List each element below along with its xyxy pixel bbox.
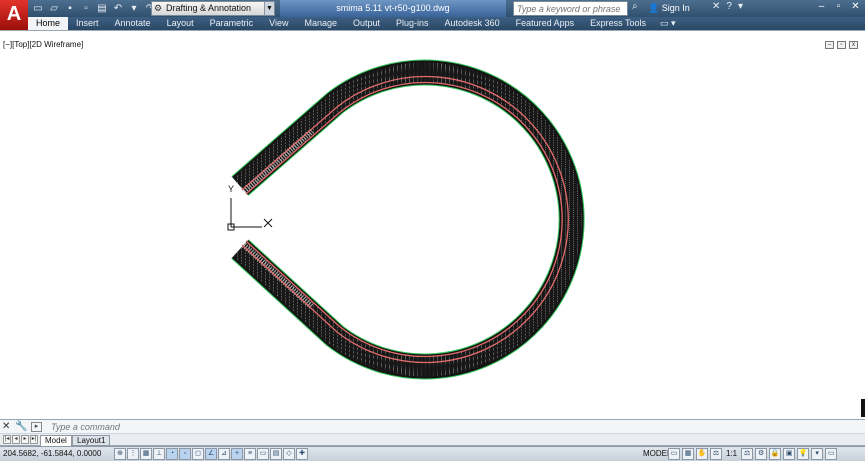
isolate-objects-icon[interactable]: 💡 bbox=[797, 448, 810, 460]
exchange-icon[interactable]: ✕ bbox=[712, 1, 720, 12]
chevron-down-icon[interactable]: ▼ bbox=[264, 2, 274, 15]
next-tab-icon[interactable]: ▸ bbox=[21, 435, 29, 444]
tab-plug-ins[interactable]: Plug-ins bbox=[388, 17, 437, 30]
tab-output[interactable]: Output bbox=[345, 17, 388, 30]
tab-insert[interactable]: Insert bbox=[68, 17, 107, 30]
lock-icon[interactable]: 🔒 bbox=[769, 448, 782, 460]
sign-in-button[interactable]: 👤 Sign In bbox=[648, 0, 690, 17]
window-controls: – ▫ ✕ bbox=[814, 0, 863, 14]
polar-tracking-icon[interactable]: ◔ bbox=[166, 448, 178, 460]
selection-cycling-icon[interactable]: ◇ bbox=[283, 448, 295, 460]
annotation-scale-icon[interactable]: ⚖ bbox=[710, 448, 722, 460]
quick-view-layouts-icon[interactable]: ▭ bbox=[668, 448, 680, 460]
grid-display-icon[interactable]: ▦ bbox=[140, 448, 152, 460]
scroll-handle[interactable] bbox=[861, 399, 865, 417]
object-snap-icon[interactable]: ▫ bbox=[179, 448, 191, 460]
first-tab-icon[interactable]: |◂ bbox=[3, 435, 11, 444]
application-menu-button[interactable]: A bbox=[0, 0, 28, 30]
open-folder-icon[interactable]: ▱ bbox=[47, 1, 61, 15]
save-icon[interactable]: ▪ bbox=[63, 1, 77, 15]
annotation-visibility-icon[interactable]: ⚖ bbox=[741, 448, 754, 460]
lineweight-icon[interactable]: ≡ bbox=[244, 448, 256, 460]
tab-parametric[interactable]: Parametric bbox=[202, 17, 262, 30]
undo-dropdown-icon[interactable]: ▾ bbox=[127, 1, 141, 15]
title-icons: ⌕ bbox=[632, 1, 638, 12]
tab-manage[interactable]: Manage bbox=[296, 17, 345, 30]
title-right-icons: ✕ ? ▾ bbox=[712, 1, 743, 12]
transparency-icon[interactable]: ▭ bbox=[257, 448, 269, 460]
new-file-icon[interactable]: ▭ bbox=[31, 1, 45, 15]
tab-annotate[interactable]: Annotate bbox=[107, 17, 159, 30]
coordinate-readout: 204.5682, -61.5844, 0.0000 bbox=[3, 449, 102, 458]
search-icon[interactable]: ⌕ bbox=[632, 1, 638, 12]
user-icon: 👤 bbox=[648, 3, 660, 13]
restore-icon[interactable]: ▫ bbox=[831, 0, 846, 14]
search-input[interactable] bbox=[513, 1, 628, 16]
clean-screen-icon[interactable]: ▭ bbox=[825, 448, 838, 460]
status-right-icons: ▭ ▦ ✋ ⚖ 1:1 ⚖ ⚙ 🔒 ▣ 💡 ▾ ▭ bbox=[668, 448, 838, 460]
window-title: smima 5.11 vt-r50-g100.dwg bbox=[280, 0, 506, 17]
tab-layout1[interactable]: Layout1 bbox=[72, 435, 111, 446]
status-menu-icon[interactable]: ▾ bbox=[811, 448, 824, 460]
ortho-mode-icon[interactable]: ⊥ bbox=[153, 448, 165, 460]
snap-mode-icon[interactable]: ⋮ bbox=[127, 448, 139, 460]
workspace-dropdown[interactable]: ⚙ Drafting & Annotation ▼ bbox=[151, 1, 275, 16]
command-line: ✕ 🔧 ▸ bbox=[0, 419, 865, 434]
quick-properties-icon[interactable]: ▤ bbox=[270, 448, 282, 460]
tab-view[interactable]: View bbox=[261, 17, 296, 30]
annotation-monitor-icon[interactable]: ✚ bbox=[296, 448, 308, 460]
print-icon[interactable]: ▤ bbox=[95, 1, 109, 15]
tab-home[interactable]: Home bbox=[28, 17, 69, 30]
layout-nav: |◂ ◂ ▸ ▸| bbox=[3, 435, 38, 444]
tab-express-tools[interactable]: Express Tools bbox=[582, 17, 654, 30]
tab-autodesk-360[interactable]: Autodesk 360 bbox=[437, 17, 508, 30]
annotation-scale-value[interactable]: 1:1 bbox=[724, 448, 739, 460]
drawing-canvas[interactable]: [−][Top][2D Wireframe] – ▫ x Y bbox=[0, 30, 865, 419]
workspace-label: Drafting & Annotation bbox=[166, 3, 252, 13]
wrench-icon[interactable]: 🔧 bbox=[15, 421, 27, 432]
help-dropdown-icon[interactable]: ▾ bbox=[738, 1, 743, 12]
minimize-icon[interactable]: – bbox=[814, 0, 829, 14]
status-bar: 204.5682, -61.5844, 0.0000 ⊕ ⋮ ▦ ⊥ ◔ ▫ ◻… bbox=[0, 446, 865, 461]
undo-icon[interactable]: ↶ bbox=[111, 1, 125, 15]
pan-icon[interactable]: ✋ bbox=[696, 448, 708, 460]
layout-tab-bar: |◂ ◂ ▸ ▸| Model Layout1 bbox=[0, 434, 865, 446]
dynamic-ucs-icon[interactable]: ⊿ bbox=[218, 448, 230, 460]
help-icon[interactable]: ? bbox=[726, 1, 732, 12]
infer-constraints-icon[interactable]: ⊕ bbox=[114, 448, 126, 460]
dynamic-input-icon[interactable]: + bbox=[231, 448, 243, 460]
tab-model[interactable]: Model bbox=[40, 435, 72, 446]
prev-tab-icon[interactable]: ◂ bbox=[12, 435, 20, 444]
gear-icon: ⚙ bbox=[154, 3, 163, 13]
save-as-icon[interactable]: ▫ bbox=[79, 1, 93, 15]
app-logo-letter: A bbox=[6, 3, 22, 25]
ribbon-toggle-icon[interactable]: ▭ ▾ bbox=[654, 17, 682, 30]
workspace-switching-icon[interactable]: ⚙ bbox=[755, 448, 768, 460]
object-snap-tracking-icon[interactable]: ∠ bbox=[205, 448, 217, 460]
close-icon[interactable]: ✕ bbox=[2, 421, 10, 432]
quick-view-drawings-icon[interactable]: ▦ bbox=[682, 448, 694, 460]
tab-featured-apps[interactable]: Featured Apps bbox=[508, 17, 583, 30]
autocad-window: ▭ ▱ ▪ ▫ ▤ ↶ ▾ ↷ ▾ ⚙ Drafting & Annotatio… bbox=[0, 0, 865, 461]
3d-object-snap-icon[interactable]: ◻ bbox=[192, 448, 204, 460]
last-tab-icon[interactable]: ▸| bbox=[30, 435, 38, 444]
sign-in-label: Sign In bbox=[661, 3, 690, 13]
ucs-y-label: Y bbox=[228, 184, 234, 194]
hardware-acceleration-icon[interactable]: ▣ bbox=[783, 448, 796, 460]
tab-layout[interactable]: Layout bbox=[159, 17, 202, 30]
drafting-toggles: ⊕ ⋮ ▦ ⊥ ◔ ▫ ◻ ∠ ⊿ + ≡ ▭ ▤ ◇ ✚ bbox=[114, 448, 308, 460]
ribbon-tabs: Home Insert Annotate Layout Parametric V… bbox=[28, 17, 865, 30]
command-input[interactable] bbox=[47, 420, 857, 433]
command-prompt-icon[interactable]: ▸ bbox=[31, 422, 42, 432]
track-loop-drawing: Y bbox=[227, 59, 585, 380]
close-icon[interactable]: ✕ bbox=[848, 0, 863, 14]
title-bar: ▭ ▱ ▪ ▫ ▤ ↶ ▾ ↷ ▾ ⚙ Drafting & Annotatio… bbox=[0, 0, 865, 17]
